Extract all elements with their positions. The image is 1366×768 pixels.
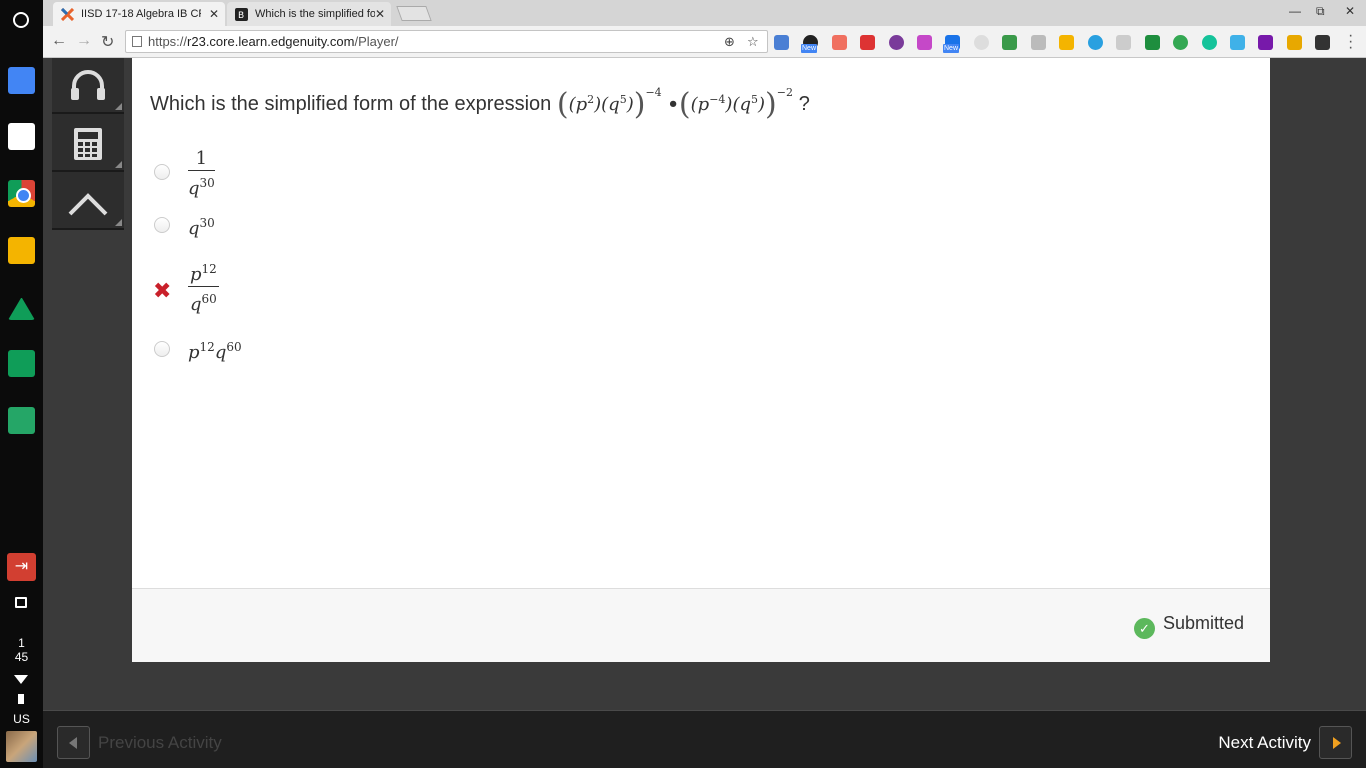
option-math: p12q60 bbox=[188, 340, 242, 363]
expand-corner-icon bbox=[115, 219, 122, 226]
forward-icon[interactable]: → bbox=[76, 32, 92, 50]
reload-icon[interactable]: ↻ bbox=[101, 32, 114, 52]
google-drive-extension-icon[interactable] bbox=[1059, 35, 1074, 50]
browser-toolbar: ← → ↻ https://r23.core.learn.edgenuity.c… bbox=[43, 26, 1366, 58]
question-mark: ? bbox=[798, 93, 810, 115]
url-path: /Player/ bbox=[354, 34, 399, 49]
chevron-up-icon bbox=[68, 193, 108, 216]
grammarly-extension-icon[interactable] bbox=[1202, 35, 1217, 50]
browser-menu-icon[interactable]: · · · bbox=[1348, 28, 1353, 56]
audio-tool-button[interactable] bbox=[52, 58, 124, 114]
radio-button[interactable] bbox=[154, 217, 170, 233]
extension-icon[interactable] bbox=[974, 35, 989, 50]
next-activity-button[interactable] bbox=[1319, 726, 1352, 759]
address-bar[interactable]: https://r23.core.learn.edgenuity.com/Pla… bbox=[125, 30, 768, 53]
activity-navigation: Previous Activity Next Activity bbox=[43, 710, 1366, 768]
zoom-icon[interactable]: ⊕ bbox=[724, 31, 735, 52]
onenote-extension-icon[interactable] bbox=[1258, 35, 1273, 50]
question-text: Which is the simplified form of the expr… bbox=[150, 86, 810, 122]
extension-icon[interactable] bbox=[1145, 35, 1160, 50]
extension-icon[interactable]: New bbox=[943, 35, 960, 53]
option-math: p12q60 bbox=[188, 258, 219, 317]
google-docs-icon[interactable] bbox=[8, 67, 35, 94]
extension-icon[interactable] bbox=[1002, 35, 1017, 50]
extension-icon[interactable] bbox=[1315, 35, 1330, 50]
clock-minute: 45 bbox=[14, 650, 29, 664]
brainly-favicon-icon: B bbox=[235, 8, 248, 21]
google-sheets-icon[interactable] bbox=[8, 350, 35, 377]
status-label: Submitted bbox=[1162, 613, 1244, 633]
calculator-icon bbox=[74, 128, 102, 160]
collapse-tool-button[interactable] bbox=[52, 174, 124, 230]
back-icon[interactable]: ← bbox=[51, 32, 67, 50]
extension-icon[interactable] bbox=[832, 35, 847, 50]
launcher-icon[interactable] bbox=[13, 12, 29, 28]
tab-edgenuity[interactable]: IISD 17-18 Algebra IB CR ✕ bbox=[53, 2, 225, 26]
next-activity-label[interactable]: Next Activity bbox=[1218, 733, 1311, 753]
expand-corner-icon bbox=[115, 103, 122, 110]
calculator-tool-button[interactable] bbox=[52, 116, 124, 172]
extension-icon[interactable] bbox=[1230, 35, 1245, 50]
new-badge: New bbox=[801, 44, 818, 53]
gmail-icon[interactable] bbox=[8, 123, 35, 150]
google-slides-icon[interactable] bbox=[8, 237, 35, 264]
os-shelf: ⇥ 1 45 US bbox=[0, 0, 43, 768]
previous-activity-label[interactable]: Previous Activity bbox=[98, 733, 222, 753]
window-close-icon[interactable]: ✕ bbox=[1345, 4, 1355, 18]
edgenuity-favicon-icon bbox=[61, 8, 74, 21]
extension-icon[interactable] bbox=[1116, 35, 1131, 50]
google-drive-icon[interactable] bbox=[8, 293, 35, 320]
bookmark-star-icon[interactable]: ☆ bbox=[747, 31, 759, 52]
clock-hour: 1 bbox=[18, 636, 25, 650]
minimize-icon[interactable]: — bbox=[1289, 4, 1301, 18]
question-expression: ((p2)(q5))−4 •((p−4)(q5))−2 bbox=[556, 86, 793, 122]
google-classroom-icon[interactable] bbox=[8, 407, 35, 434]
extension-icon[interactable] bbox=[1031, 35, 1046, 50]
user-avatar[interactable] bbox=[6, 731, 37, 762]
chrome-icon[interactable] bbox=[8, 180, 35, 207]
headphones-icon bbox=[71, 70, 105, 100]
question-prompt: Which is the simplified form of the expr… bbox=[150, 93, 552, 115]
tab-label: IISD 17-18 Algebra IB CR bbox=[81, 8, 201, 20]
page-content: Which is the simplified form of the expr… bbox=[43, 58, 1366, 768]
previous-activity-button[interactable] bbox=[57, 726, 90, 759]
wifi-icon[interactable] bbox=[14, 675, 28, 684]
tab-close-icon[interactable]: ✕ bbox=[209, 2, 219, 26]
tab-strip: IISD 17-18 Algebra IB CR ✕ B Which is th… bbox=[43, 0, 1366, 26]
extension-icon[interactable] bbox=[1173, 35, 1188, 50]
extension-icon[interactable] bbox=[917, 35, 932, 50]
option-math: 1 q30 bbox=[188, 148, 215, 199]
page-info-icon[interactable] bbox=[132, 36, 142, 47]
extension-icon[interactable]: New bbox=[801, 35, 818, 53]
extension-icon[interactable] bbox=[1287, 35, 1302, 50]
url-scheme: https:// bbox=[148, 34, 188, 49]
new-tab-button[interactable] bbox=[396, 6, 432, 21]
battery-icon[interactable] bbox=[18, 694, 24, 704]
option-math: q30 bbox=[188, 216, 215, 239]
tool-panel bbox=[52, 58, 124, 230]
translate-extension-icon[interactable] bbox=[774, 35, 789, 50]
incorrect-x-icon: ✖ bbox=[153, 278, 172, 303]
question-card: Which is the simplified form of the expr… bbox=[132, 58, 1270, 588]
system-clock[interactable]: 1 45 bbox=[0, 636, 43, 664]
exit-icon[interactable]: ⇥ bbox=[7, 553, 36, 581]
extension-icon[interactable] bbox=[889, 35, 904, 50]
new-badge: New bbox=[943, 44, 960, 53]
tab-label: Which is the simplified fo bbox=[255, 8, 375, 20]
radio-button[interactable] bbox=[154, 164, 170, 180]
extension-icon[interactable] bbox=[860, 35, 875, 50]
tab-brainly[interactable]: B Which is the simplified fo ✕ bbox=[227, 2, 391, 26]
image-icon[interactable] bbox=[15, 597, 27, 608]
expand-corner-icon bbox=[115, 161, 122, 168]
svg-text:B: B bbox=[238, 11, 244, 21]
url-host: r23.core.learn.edgenuity.com bbox=[187, 34, 355, 49]
tab-close-icon[interactable]: ✕ bbox=[375, 2, 385, 26]
input-locale[interactable]: US bbox=[0, 712, 43, 726]
extension-icon[interactable] bbox=[1088, 35, 1103, 50]
restore-icon[interactable]: ⧉ bbox=[1316, 4, 1325, 19]
checkmark-icon: ✓ bbox=[1133, 618, 1155, 639]
submission-footer: ✓ Submitted bbox=[132, 588, 1270, 662]
radio-button[interactable] bbox=[154, 341, 170, 357]
submitted-status: ✓ Submitted bbox=[1133, 613, 1244, 639]
